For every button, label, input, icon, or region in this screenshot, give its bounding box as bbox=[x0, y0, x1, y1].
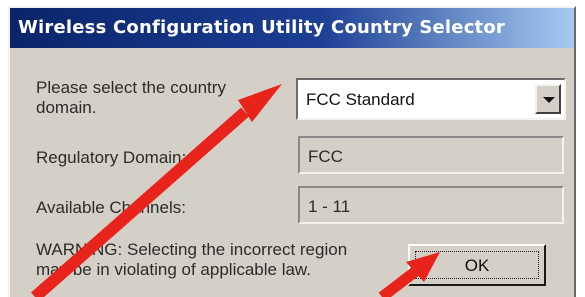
available-channels-field: 1 - 11 bbox=[298, 186, 564, 224]
country-domain-label: Please select the country domain. bbox=[36, 78, 226, 117]
ok-button-label: OK bbox=[464, 256, 490, 275]
window-title: Wireless Configuration Utility Country S… bbox=[18, 17, 506, 38]
chevron-down-icon bbox=[543, 97, 555, 103]
available-channels-label: Available Channels: bbox=[36, 198, 186, 217]
ok-button[interactable]: OK bbox=[408, 244, 546, 286]
country-domain-select[interactable]: FCC Standard bbox=[296, 78, 566, 120]
regulatory-domain-label: Regulatory Domain: bbox=[36, 148, 187, 167]
available-channels-value: 1 - 11 bbox=[308, 197, 351, 216]
dropdown-button[interactable] bbox=[535, 84, 561, 114]
warning-text: WARNING: Selecting the incorrect region … bbox=[36, 240, 348, 279]
regulatory-domain-field: FCC bbox=[298, 136, 564, 174]
title-bar: Wireless Configuration Utility Country S… bbox=[10, 8, 574, 48]
country-domain-value: FCC Standard bbox=[306, 90, 415, 109]
regulatory-domain-value: FCC bbox=[308, 147, 343, 166]
country-selector-dialog: Wireless Configuration Utility Country S… bbox=[8, 6, 576, 297]
screenshot-stage: Wireless Configuration Utility Country S… bbox=[0, 0, 585, 297]
